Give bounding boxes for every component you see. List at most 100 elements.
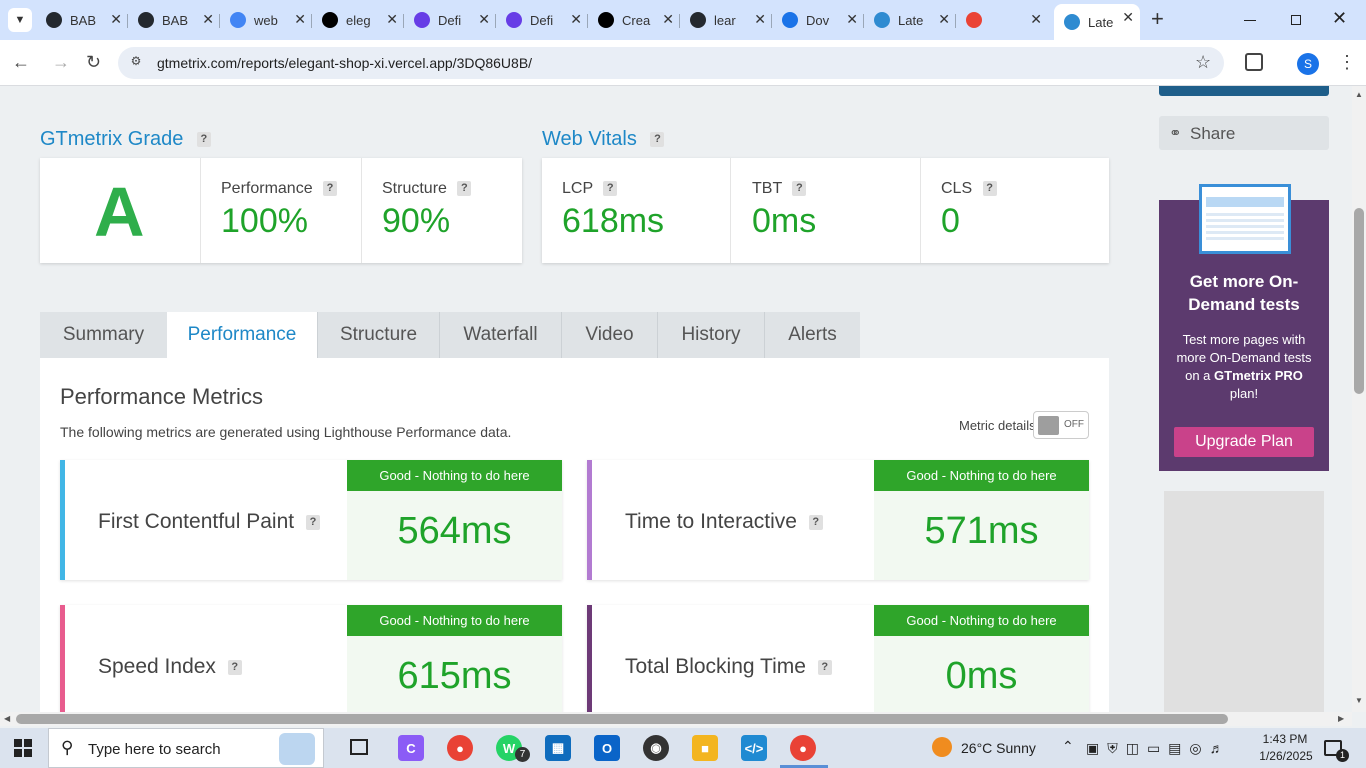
- close-icon[interactable]: ✕: [570, 11, 582, 28]
- horizontal-scroll-thumb[interactable]: [16, 714, 1228, 724]
- browser-tab[interactable]: eleg ✕: [312, 6, 404, 34]
- windows-start-icon[interactable]: [14, 739, 32, 757]
- clock-time[interactable]: 1:43 PM: [1260, 732, 1310, 746]
- grade-card: A Performance ? 100% Structure ? 90%: [40, 158, 522, 263]
- reload-icon[interactable]: ↻: [86, 52, 101, 73]
- browser-tab[interactable]: Late ✕: [864, 6, 956, 34]
- close-icon[interactable]: ✕: [110, 11, 122, 28]
- taskbar-search-box[interactable]: ⚲ Type here to search: [48, 728, 324, 768]
- task-view-icon[interactable]: [350, 739, 368, 755]
- close-icon[interactable]: ✕: [846, 11, 858, 28]
- metric-details-toggle[interactable]: OFF: [1033, 411, 1089, 439]
- store-icon[interactable]: ▦: [545, 735, 571, 761]
- tab-waterfall[interactable]: Waterfall: [439, 312, 561, 358]
- site-info-icon[interactable]: ⚙: [127, 54, 145, 72]
- share-button[interactable]: ⚭ Share: [1159, 116, 1329, 150]
- vscode-icon[interactable]: </>: [741, 735, 767, 761]
- tab-search-button[interactable]: ▼: [8, 8, 32, 32]
- system-tray-icons[interactable]: ▣⛨◫▭▤◎♬: [1086, 740, 1232, 757]
- browser-tab[interactable]: BAB ✕: [128, 6, 220, 34]
- close-icon[interactable]: ✕: [754, 11, 766, 28]
- browser-tab-label: Defi: [530, 12, 554, 28]
- tbt-label: TBT ?: [752, 180, 807, 198]
- upgrade-plan-button[interactable]: Upgrade Plan: [1174, 427, 1314, 457]
- help-icon[interactable]: ?: [982, 181, 997, 197]
- help-icon[interactable]: ?: [457, 181, 472, 197]
- scroll-up-arrow[interactable]: ▲: [1355, 90, 1363, 99]
- browser-tab[interactable]: Late ✕: [1054, 4, 1140, 40]
- help-icon[interactable]: ?: [323, 181, 338, 197]
- browser-tab[interactable]: Defi ✕: [496, 6, 588, 34]
- clock-date[interactable]: 1/26/2025: [1256, 749, 1316, 763]
- show-hidden-icons[interactable]: ⌃: [1062, 738, 1074, 755]
- file-explorer-icon[interactable]: ■: [692, 735, 718, 761]
- tab-summary[interactable]: Summary: [40, 312, 167, 358]
- horizontal-scrollbar[interactable]: ◀ ▶: [0, 712, 1352, 726]
- profile-avatar[interactable]: S: [1297, 53, 1319, 75]
- close-icon[interactable]: ✕: [202, 11, 214, 28]
- back-arrow-icon[interactable]: ←: [12, 52, 30, 73]
- metric-name-text: Speed Index: [98, 655, 216, 678]
- help-icon[interactable]: ?: [603, 181, 618, 197]
- tab-history[interactable]: History: [657, 312, 764, 358]
- browser-tab-label: Dov: [806, 12, 830, 28]
- scroll-left-arrow[interactable]: ◀: [4, 714, 10, 723]
- chrome-profile-icon[interactable]: ●: [790, 735, 816, 761]
- close-icon[interactable]: ✕: [662, 11, 674, 28]
- gtmetrix-icon: [1064, 14, 1080, 30]
- restore-button[interactable]: [1282, 8, 1310, 32]
- scroll-down-arrow[interactable]: ▼: [1355, 696, 1363, 705]
- cls-value: 0: [941, 202, 960, 240]
- close-icon[interactable]: ✕: [1030, 11, 1042, 28]
- sidebar-top-button[interactable]: [1159, 86, 1329, 96]
- help-icon[interactable]: ?: [792, 181, 807, 197]
- hostinger-icon: [414, 12, 430, 28]
- browser-tab[interactable]: Dov ✕: [772, 6, 864, 34]
- new-tab-button[interactable]: +: [1151, 8, 1164, 30]
- close-icon[interactable]: ✕: [386, 11, 398, 28]
- performance-label-text: Performance: [221, 180, 313, 197]
- help-icon[interactable]: ?: [196, 132, 211, 148]
- vertical-scroll-thumb[interactable]: [1354, 208, 1364, 394]
- close-icon[interactable]: ✕: [938, 11, 950, 28]
- close-icon[interactable]: ✕: [294, 11, 306, 28]
- browser-tab-strip: ▼ BAB ✕ BAB ✕ web ✕ eleg ✕ Defi ✕ Defi ✕ Crea ✕ lear ✕ D…: [0, 0, 1366, 40]
- browser-menu-icon[interactable]: ⋮: [1338, 52, 1356, 73]
- browser-tab[interactable]: lear ✕: [680, 6, 772, 34]
- chrome-icon[interactable]: ●: [447, 735, 473, 761]
- metrics-subtitle: The following metrics are generated usin…: [60, 424, 512, 440]
- tab-structure[interactable]: Structure: [317, 312, 439, 358]
- scroll-right-arrow[interactable]: ▶: [1338, 714, 1344, 723]
- minimize-button[interactable]: [1236, 10, 1264, 30]
- browser-tab[interactable]: web ✕: [220, 6, 312, 34]
- help-icon[interactable]: ?: [650, 132, 665, 148]
- browser-tab[interactable]: BAB ✕: [36, 6, 128, 34]
- help-icon[interactable]: ?: [227, 659, 242, 675]
- close-icon[interactable]: ✕: [478, 11, 490, 28]
- forward-arrow-icon[interactable]: →: [52, 52, 70, 73]
- close-icon[interactable]: ✕: [1122, 9, 1134, 26]
- metric-details-label: Metric details: [959, 418, 1036, 433]
- help-icon[interactable]: ?: [305, 514, 320, 530]
- help-icon[interactable]: ?: [817, 659, 832, 675]
- tab-alerts[interactable]: Alerts: [764, 312, 860, 358]
- browser-tab[interactable]: Crea ✕: [588, 6, 680, 34]
- search-highlight-icon: [279, 733, 315, 765]
- extensions-icon[interactable]: [1245, 53, 1263, 71]
- help-icon[interactable]: ?: [808, 514, 823, 530]
- metric-card-tti: Time to Interactive ? Good - Nothing to …: [587, 460, 1089, 580]
- close-window-button[interactable]: ✕: [1332, 8, 1347, 29]
- weather-text[interactable]: 26°C Sunny: [961, 740, 1036, 756]
- weather-icon[interactable]: [932, 737, 952, 757]
- browser-tab[interactable]: ✕: [956, 6, 1048, 34]
- outlook-icon[interactable]: O: [594, 735, 620, 761]
- vertical-scrollbar[interactable]: ▲ ▼: [1352, 86, 1366, 712]
- tab-video[interactable]: Video: [561, 312, 657, 358]
- promo-illustration-icon: [1199, 184, 1291, 254]
- url-text[interactable]: gtmetrix.com/reports/elegant-shop-xi.ver…: [157, 55, 532, 71]
- browser-tab[interactable]: Defi ✕: [404, 6, 496, 34]
- copilot-icon[interactable]: C: [398, 735, 424, 761]
- bookmark-star-icon[interactable]: ☆: [1195, 52, 1211, 73]
- tab-performance[interactable]: Performance: [167, 312, 317, 358]
- obs-icon[interactable]: ◉: [643, 735, 669, 761]
